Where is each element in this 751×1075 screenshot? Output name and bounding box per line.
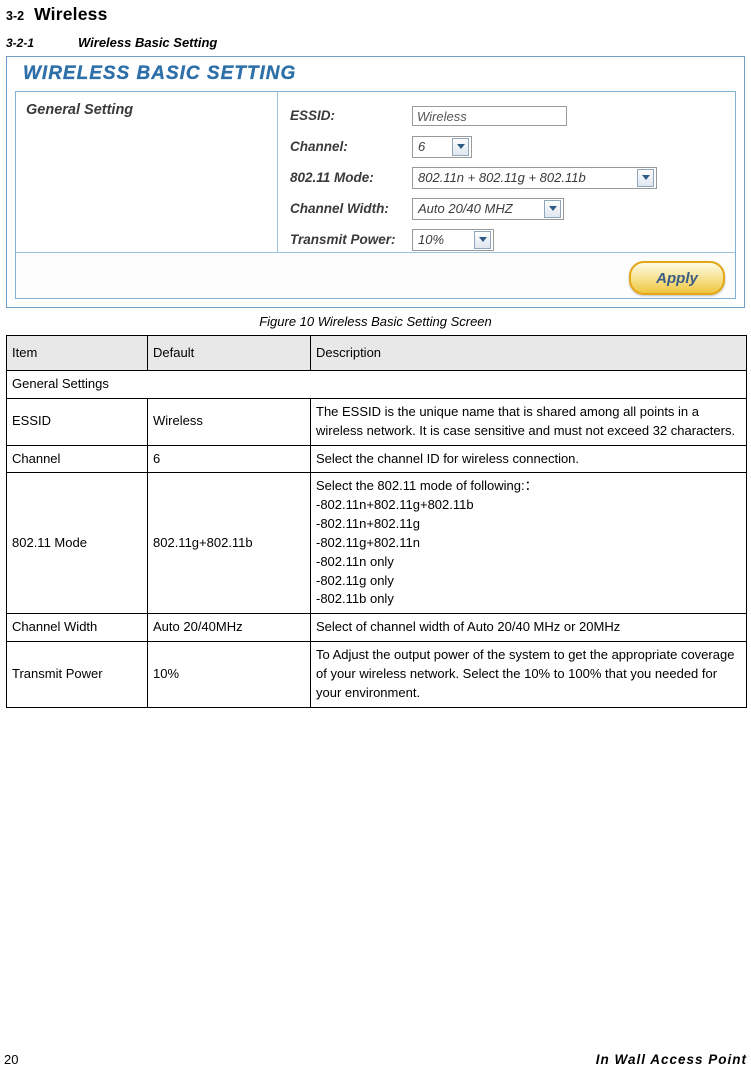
table-group-row: General Settings bbox=[6, 370, 747, 399]
subsection-number: 3-2-1 bbox=[6, 36, 35, 50]
page-number: 20 bbox=[4, 1052, 19, 1067]
general-setting-section: General Setting ESSID: Wireless Channel:… bbox=[16, 92, 735, 252]
row-item: Channel bbox=[6, 444, 148, 474]
mode-select-value: 802.11n + 802.11g + 802.11b bbox=[418, 170, 586, 185]
panel-footer: Apply bbox=[16, 252, 735, 298]
channel-label: Channel: bbox=[290, 139, 348, 154]
row-item: Transmit Power bbox=[6, 641, 148, 708]
table-row: 802.11 Mode 802.11g+802.11b Select the 8… bbox=[6, 472, 747, 615]
transmit-power-label: Transmit Power: bbox=[290, 232, 396, 247]
chevron-down-icon bbox=[637, 168, 654, 187]
apply-button[interactable]: Apply bbox=[629, 261, 725, 295]
figure-caption: Figure 10 Wireless Basic Setting Screen bbox=[259, 314, 492, 329]
mode-label: 802.11 Mode: bbox=[290, 170, 374, 185]
section-title: Wireless bbox=[34, 4, 108, 24]
row-item: 802.11 Mode bbox=[6, 472, 148, 615]
group-label-general-settings: General Settings bbox=[6, 370, 747, 399]
row-item: ESSID bbox=[6, 397, 148, 446]
row-description: Select the channel ID for wireless conne… bbox=[310, 444, 747, 474]
essid-label: ESSID: bbox=[290, 108, 336, 123]
wireless-basic-setting-screenshot: WIRELESS BASIC SETTING General Setting E… bbox=[6, 56, 745, 308]
row-default: Auto 20/40MHz bbox=[147, 613, 311, 643]
document-page: 3-2 Wireless 3-2-1 Wireless Basic Settin… bbox=[0, 4, 751, 1075]
page-footer: 20 In Wall Access Point bbox=[4, 1052, 747, 1067]
essid-input[interactable]: Wireless bbox=[412, 105, 567, 126]
row-description: Select of channel width of Auto 20/40 MH… bbox=[310, 613, 747, 643]
chevron-down-icon bbox=[452, 137, 469, 156]
section-number: 3-2 bbox=[6, 9, 25, 23]
chevron-down-icon bbox=[544, 199, 561, 218]
channel-width-label: Channel Width: bbox=[290, 201, 389, 216]
row-default: 6 bbox=[147, 444, 311, 474]
channel-select-value: 6 bbox=[418, 139, 426, 154]
channel-select[interactable]: 6 bbox=[412, 135, 472, 158]
row-description: The ESSID is the unique name that is sha… bbox=[310, 397, 747, 446]
field-row-channel-width: Channel Width: Auto 20/40 MHZ bbox=[290, 193, 735, 224]
field-row-transmit-power: Transmit Power: 10% bbox=[290, 224, 735, 255]
mode-select[interactable]: 802.11n + 802.11g + 802.11b bbox=[412, 166, 657, 189]
table-row: Transmit Power 10% To Adjust the output … bbox=[6, 641, 747, 708]
panel-title: WIRELESS BASIC SETTING bbox=[23, 63, 297, 84]
row-item: Channel Width bbox=[6, 613, 148, 643]
transmit-power-select[interactable]: 10% bbox=[412, 228, 494, 251]
row-default: 10% bbox=[147, 641, 311, 708]
transmit-power-select-value: 10% bbox=[418, 232, 445, 247]
row-default: 802.11g+802.11b bbox=[147, 472, 311, 615]
panel-body: General Setting ESSID: Wireless Channel:… bbox=[15, 91, 736, 299]
document-name: In Wall Access Point bbox=[595, 1052, 747, 1067]
channel-width-select[interactable]: Auto 20/40 MHZ bbox=[412, 197, 564, 220]
field-row-channel: Channel: 6 bbox=[290, 131, 735, 162]
settings-fields: ESSID: Wireless Channel: 6 802.11 Mode: bbox=[278, 92, 735, 252]
field-row-essid: ESSID: Wireless bbox=[290, 100, 735, 131]
subsection-heading: 3-2-1 Wireless Basic Setting bbox=[6, 35, 747, 50]
table-row: Channel 6 Select the channel ID for wire… bbox=[6, 444, 747, 474]
channel-width-select-value: Auto 20/40 MHZ bbox=[418, 201, 513, 216]
section-heading: 3-2 Wireless bbox=[6, 4, 747, 25]
row-description: Select the 802.11 mode of following:： -8… bbox=[310, 472, 747, 615]
settings-description-table: Item Default Description General Setting… bbox=[6, 335, 747, 708]
header-default: Default bbox=[147, 335, 311, 371]
header-description: Description bbox=[310, 335, 747, 371]
general-setting-label: General Setting bbox=[26, 102, 134, 118]
row-default: Wireless bbox=[147, 397, 311, 446]
table-row: ESSID Wireless The ESSID is the unique n… bbox=[6, 397, 747, 446]
table-header-row: Item Default Description bbox=[6, 335, 747, 371]
chevron-down-icon bbox=[474, 230, 491, 249]
row-description: To Adjust the output power of the system… bbox=[310, 641, 747, 708]
header-item: Item bbox=[6, 335, 148, 371]
field-row-mode: 802.11 Mode: 802.11n + 802.11g + 802.11b bbox=[290, 162, 735, 193]
subsection-title: Wireless Basic Setting bbox=[78, 35, 218, 50]
general-setting-label-cell: General Setting bbox=[16, 92, 278, 252]
table-row: Channel Width Auto 20/40MHz Select of ch… bbox=[6, 613, 747, 643]
